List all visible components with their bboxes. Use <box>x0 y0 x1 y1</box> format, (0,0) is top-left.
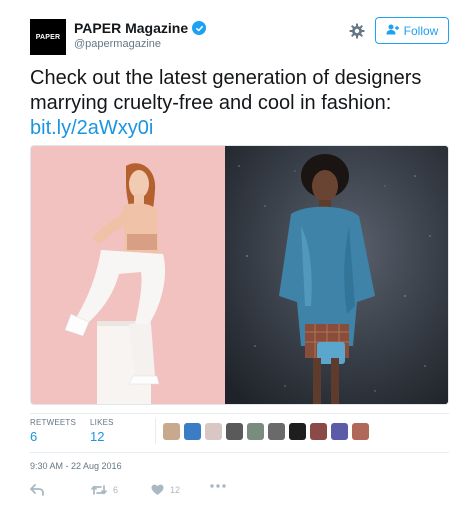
photo-right-illustration <box>225 146 448 404</box>
liker-avatar[interactable] <box>289 423 306 440</box>
avatar-text: PAPER <box>35 33 61 41</box>
retweet-count: 6 <box>113 485 119 495</box>
liker-avatar[interactable] <box>163 423 180 440</box>
liker-avatar[interactable] <box>310 423 327 440</box>
liker-avatar[interactable] <box>331 423 348 440</box>
retweets-stat[interactable]: RETWEETS 6 <box>30 418 76 444</box>
photo-right[interactable] <box>225 146 448 404</box>
liker-avatar[interactable] <box>352 423 369 440</box>
likers-avatars <box>163 423 369 440</box>
handle[interactable]: @papermagazine <box>74 38 161 50</box>
tweet-text: Check out the latest generation of desig… <box>30 66 450 141</box>
like-count: 12 <box>170 485 181 495</box>
liker-avatar[interactable] <box>268 423 285 440</box>
likes-label: LIKES <box>90 418 114 427</box>
more-button[interactable] <box>210 484 226 488</box>
tweet-text-line-2: marrying cruelty-free and cool in fashio… <box>30 92 392 114</box>
reply-button[interactable] <box>30 484 44 496</box>
liker-avatar[interactable] <box>205 423 222 440</box>
divider-bottom <box>30 452 449 453</box>
photo-left[interactable] <box>31 146 225 404</box>
verified-icon <box>192 21 207 35</box>
like-icon <box>151 484 164 496</box>
likes-stat[interactable]: LIKES 12 <box>90 418 114 444</box>
photo-left-illustration <box>31 146 225 404</box>
gear-icon[interactable] <box>349 23 365 39</box>
divider-top <box>30 413 449 414</box>
follow-person-icon <box>386 24 399 38</box>
retweets-label: RETWEETS <box>30 418 77 427</box>
avatar[interactable]: PAPER <box>30 19 66 55</box>
media-grid <box>30 145 449 405</box>
reply-icon <box>30 484 44 496</box>
likes-value: 12 <box>90 429 105 444</box>
like-button[interactable]: 12 <box>151 484 180 496</box>
follow-button[interactable]: Follow <box>375 17 449 44</box>
display-name[interactable]: PAPER Magazine <box>74 20 188 36</box>
tweet-text-line-1: Check out the latest generation of desig… <box>30 67 422 89</box>
retweet-icon <box>91 484 107 496</box>
retweets-value: 6 <box>30 429 38 444</box>
tweet-link[interactable]: bit.ly/2aWxy0i <box>30 116 450 141</box>
retweet-button[interactable]: 6 <box>91 484 118 496</box>
timestamp[interactable]: 9:30 AM - 22 Aug 2016 <box>30 461 122 471</box>
tweet-card: PAPER PAPER Magazine @papermagazine Foll… <box>0 0 475 507</box>
liker-avatar[interactable] <box>184 423 201 440</box>
author-name-row: PAPER Magazine <box>74 20 207 36</box>
more-icon <box>210 484 226 488</box>
follow-label: Follow <box>403 23 439 38</box>
stats-separator <box>155 418 156 444</box>
liker-avatar[interactable] <box>247 423 264 440</box>
liker-avatar[interactable] <box>226 423 243 440</box>
